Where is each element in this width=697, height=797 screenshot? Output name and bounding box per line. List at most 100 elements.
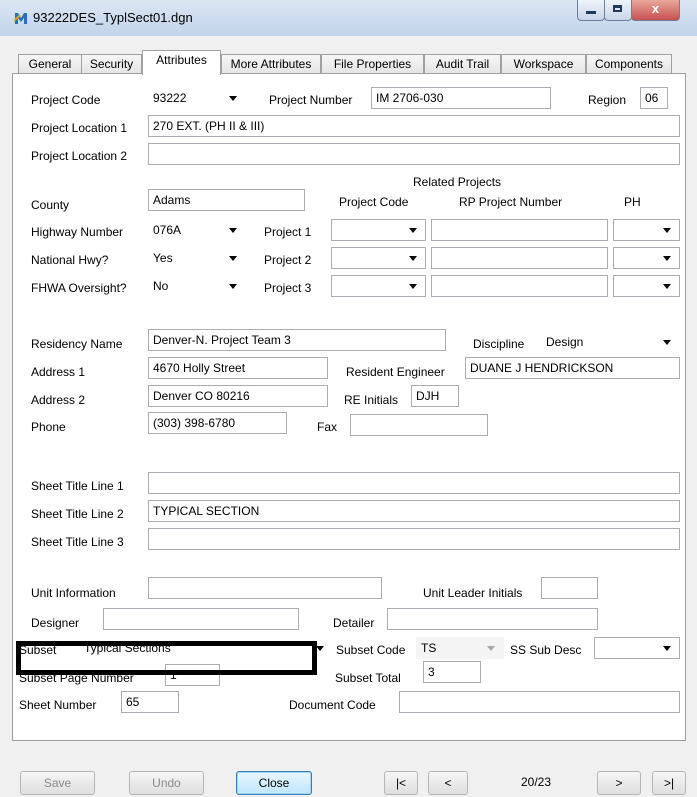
tab-attributes[interactable]: Attributes: [142, 50, 221, 75]
tab-file-properties[interactable]: File Properties: [321, 54, 424, 74]
minimize-button[interactable]: [577, 0, 605, 21]
discipline-label: Discipline: [473, 337, 525, 351]
project-number-label: Project Number: [269, 93, 353, 107]
address-1-field[interactable]: 4670 Holly Street: [148, 357, 328, 379]
save-button[interactable]: Save: [20, 771, 95, 795]
fhwa-oversight-select[interactable]: No: [148, 275, 246, 297]
highway-number-value: 076A: [153, 223, 182, 237]
next-record-button[interactable]: >: [597, 771, 641, 795]
previous-icon: <: [444, 776, 452, 790]
related-projects-heading: Related Projects: [413, 175, 502, 189]
detailer-field[interactable]: [387, 608, 598, 630]
title-bar: 93222DES_TyplSect01.dgn x: [0, 0, 697, 37]
address-2-field[interactable]: Denver CO 80216: [148, 385, 328, 407]
project-3-ph-select[interactable]: [613, 275, 680, 297]
national-hwy-select[interactable]: Yes: [148, 247, 246, 269]
national-hwy-value: Yes: [153, 251, 173, 265]
address-1-value: 4670 Holly Street: [153, 361, 246, 375]
close-window-button[interactable]: x: [631, 0, 680, 21]
highway-number-label: Highway Number: [31, 225, 124, 239]
tab-label: Workspace: [513, 57, 574, 71]
project-location-1-field[interactable]: 270 EXT. (PH II & III): [148, 115, 680, 137]
next-icon: >: [615, 776, 623, 790]
sheet-title-2-label: Sheet Title Line 2: [31, 507, 124, 521]
previous-record-button[interactable]: <: [428, 771, 468, 795]
discipline-value: Design: [546, 335, 584, 349]
fhwa-oversight-value: No: [153, 279, 169, 293]
fax-field[interactable]: [350, 414, 488, 436]
project-code-value: 93222: [153, 91, 187, 105]
save-label: Save: [43, 776, 72, 790]
unit-leader-initials-field[interactable]: [541, 577, 598, 599]
project-2-ph-select[interactable]: [613, 247, 680, 269]
project-3-label: Project 3: [264, 281, 312, 295]
resident-engineer-field[interactable]: DUANE J HENDRICKSON: [465, 357, 680, 379]
address-2-label: Address 2: [31, 393, 86, 407]
tab-audit-trail[interactable]: Audit Trail: [424, 54, 501, 74]
record-indicator: 20/23: [521, 775, 552, 789]
designer-field[interactable]: [103, 608, 299, 630]
discipline-select[interactable]: Design: [541, 331, 680, 353]
project-3-rp-number-field[interactable]: [431, 275, 608, 297]
minimize-icon: [586, 11, 596, 14]
project-3-code-select[interactable]: [331, 275, 426, 297]
re-initials-value: DJH: [416, 389, 440, 403]
project-2-code-select[interactable]: [331, 247, 426, 269]
document-code-label: Document Code: [289, 698, 376, 712]
county-label: County: [31, 198, 70, 212]
last-record-button[interactable]: >|: [652, 771, 686, 795]
project-1-rp-number-field[interactable]: [431, 219, 608, 241]
close-button[interactable]: Close: [236, 771, 312, 795]
document-code-field[interactable]: [399, 691, 680, 713]
ss-sub-desc-select[interactable]: [594, 637, 680, 659]
residency-name-value: Denver-N. Project Team 3: [153, 333, 291, 347]
tab-label: More Attributes: [230, 57, 312, 71]
undo-button[interactable]: Undo: [129, 771, 204, 795]
last-icon: >|: [663, 776, 675, 790]
region-field[interactable]: 06: [640, 87, 668, 109]
unit-information-field[interactable]: [148, 577, 382, 599]
subset-code-select[interactable]: TS: [416, 637, 504, 659]
county-field[interactable]: Adams: [148, 189, 305, 211]
tab-workspace[interactable]: Workspace: [501, 54, 586, 74]
subset-total-field[interactable]: 3: [423, 661, 481, 683]
sheet-title-3-field[interactable]: [148, 528, 680, 550]
highway-number-select[interactable]: 076A: [148, 219, 246, 241]
project-code-select[interactable]: 93222: [148, 87, 246, 109]
address-1-label: Address 1: [31, 365, 86, 379]
subset-code-value: TS: [421, 641, 437, 655]
subset-total-label: Subset Total: [335, 671, 401, 685]
sheet-number-field[interactable]: 65: [121, 691, 179, 713]
phone-field[interactable]: (303) 398-6780: [148, 412, 287, 434]
tab-label: General: [28, 57, 72, 71]
microstation-icon: [14, 13, 27, 24]
tab-components[interactable]: Components: [586, 54, 672, 74]
unit-leader-initials-label: Unit Leader Initials: [423, 586, 523, 600]
project-location-2-field[interactable]: [148, 143, 680, 165]
tab-more-attributes[interactable]: More Attributes: [221, 54, 321, 74]
residency-name-field[interactable]: Denver-N. Project Team 3: [148, 329, 446, 351]
tab-label: Attributes: [156, 53, 207, 67]
phone-value: (303) 398-6780: [153, 416, 236, 430]
project-location-1-label: Project Location 1: [31, 121, 128, 135]
window-title: 93222DES_TyplSect01.dgn: [33, 10, 193, 25]
sheet-title-2-field[interactable]: TYPICAL SECTION: [148, 500, 680, 522]
tab-security[interactable]: Security: [81, 54, 142, 74]
maximize-button[interactable]: [604, 0, 632, 21]
project-code-label: Project Code: [31, 93, 101, 107]
project-1-code-select[interactable]: [331, 219, 426, 241]
tab-general[interactable]: General: [18, 54, 82, 74]
address-2-value: Denver CO 80216: [153, 389, 250, 403]
re-initials-label: RE Initials: [344, 393, 399, 407]
tab-label: Security: [89, 57, 134, 71]
region-label: Region: [588, 93, 627, 107]
first-record-button[interactable]: |<: [384, 771, 418, 795]
project-2-rp-number-field[interactable]: [431, 247, 608, 269]
re-initials-field[interactable]: DJH: [411, 385, 459, 407]
ss-sub-desc-label: SS Sub Desc: [510, 643, 582, 657]
sheet-title-2-value: TYPICAL SECTION: [153, 504, 260, 518]
sheet-title-1-field[interactable]: [148, 472, 680, 494]
designer-highlight-box: [16, 641, 317, 675]
project-1-ph-select[interactable]: [613, 219, 680, 241]
project-number-field[interactable]: IM 2706-030: [371, 87, 551, 109]
